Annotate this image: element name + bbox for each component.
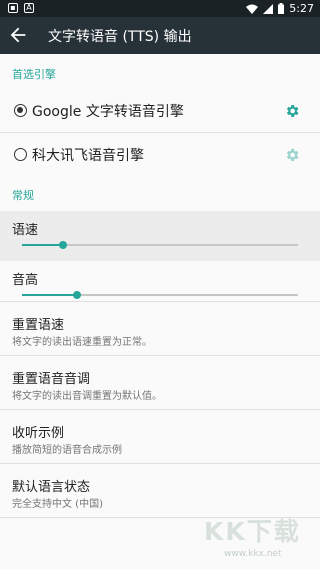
wifi-icon <box>246 4 259 14</box>
listen-example-item[interactable]: 收听示例 播放简短的语音合成示例 <box>0 410 320 464</box>
reset-pitch-item[interactable]: 重置语音音调 将文字的读出音调重置为默认值。 <box>0 356 320 410</box>
pref-title: 默认语言状态 <box>12 480 91 495</box>
radio-selected-icon[interactable] <box>14 104 27 117</box>
page-title: 文字转语音 (TTS) 输出 <box>48 29 192 45</box>
app-notification-icon: A <box>24 3 34 13</box>
reset-speech-rate-item[interactable]: 重置语速 将文字的读出语速重置为正常。 <box>0 302 320 356</box>
section-header-preferred-engine: 首选引擎 <box>12 68 56 81</box>
slider-thumb[interactable] <box>73 291 82 299</box>
speech-rate-setting: 语速 <box>0 211 320 261</box>
app-bar: 文字转语音 (TTS) 输出 <box>0 17 320 54</box>
pref-subtitle: 播放简短的语音合成示例 <box>12 445 122 456</box>
watermark: KK下载 www.kkx.net <box>204 512 314 566</box>
gear-icon[interactable] <box>284 147 300 163</box>
watermark-url: www.kkx.net <box>224 549 282 559</box>
status-time: 5:27 <box>289 2 314 15</box>
default-language-status-item[interactable]: 默认语言状态 完全支持中文 (中国) <box>0 464 320 518</box>
speech-rate-label: 语速 <box>12 223 39 238</box>
pref-title: 重置语音音调 <box>12 372 91 387</box>
slider-fill <box>22 244 64 246</box>
engine-label: 科大讯飞语音引擎 <box>32 148 144 164</box>
engine-option-iflytek[interactable]: 科大讯飞语音引擎 <box>0 133 320 177</box>
pitch-label: 音高 <box>12 273 39 288</box>
engine-option-google[interactable]: Google 文字转语音引擎 <box>0 89 320 133</box>
slider-thumb[interactable] <box>59 241 68 249</box>
watermark-logo: KK下载 <box>204 517 301 546</box>
section-header-general: 常规 <box>12 189 34 202</box>
engine-label: Google 文字转语音引擎 <box>32 104 184 120</box>
slider-fill <box>22 294 78 296</box>
speech-rate-slider[interactable] <box>22 241 298 249</box>
status-bar: ▪ A 5:27 <box>0 0 320 17</box>
pref-title: 重置语速 <box>12 318 65 333</box>
pref-subtitle: 将文字的读出语速重置为正常。 <box>12 337 152 348</box>
radio-unselected-icon[interactable] <box>14 148 27 161</box>
signal-icon <box>263 3 274 14</box>
back-arrow-icon[interactable] <box>7 24 29 46</box>
pref-subtitle: 将文字的读出音调重置为默认值。 <box>12 391 162 402</box>
gear-icon[interactable] <box>284 103 300 119</box>
pref-title: 收听示例 <box>12 426 65 441</box>
pitch-slider[interactable] <box>22 291 298 299</box>
battery-icon <box>278 3 285 14</box>
screenshot-notification-icon: ▪ <box>8 3 18 13</box>
pref-subtitle: 完全支持中文 (中国) <box>12 499 103 510</box>
